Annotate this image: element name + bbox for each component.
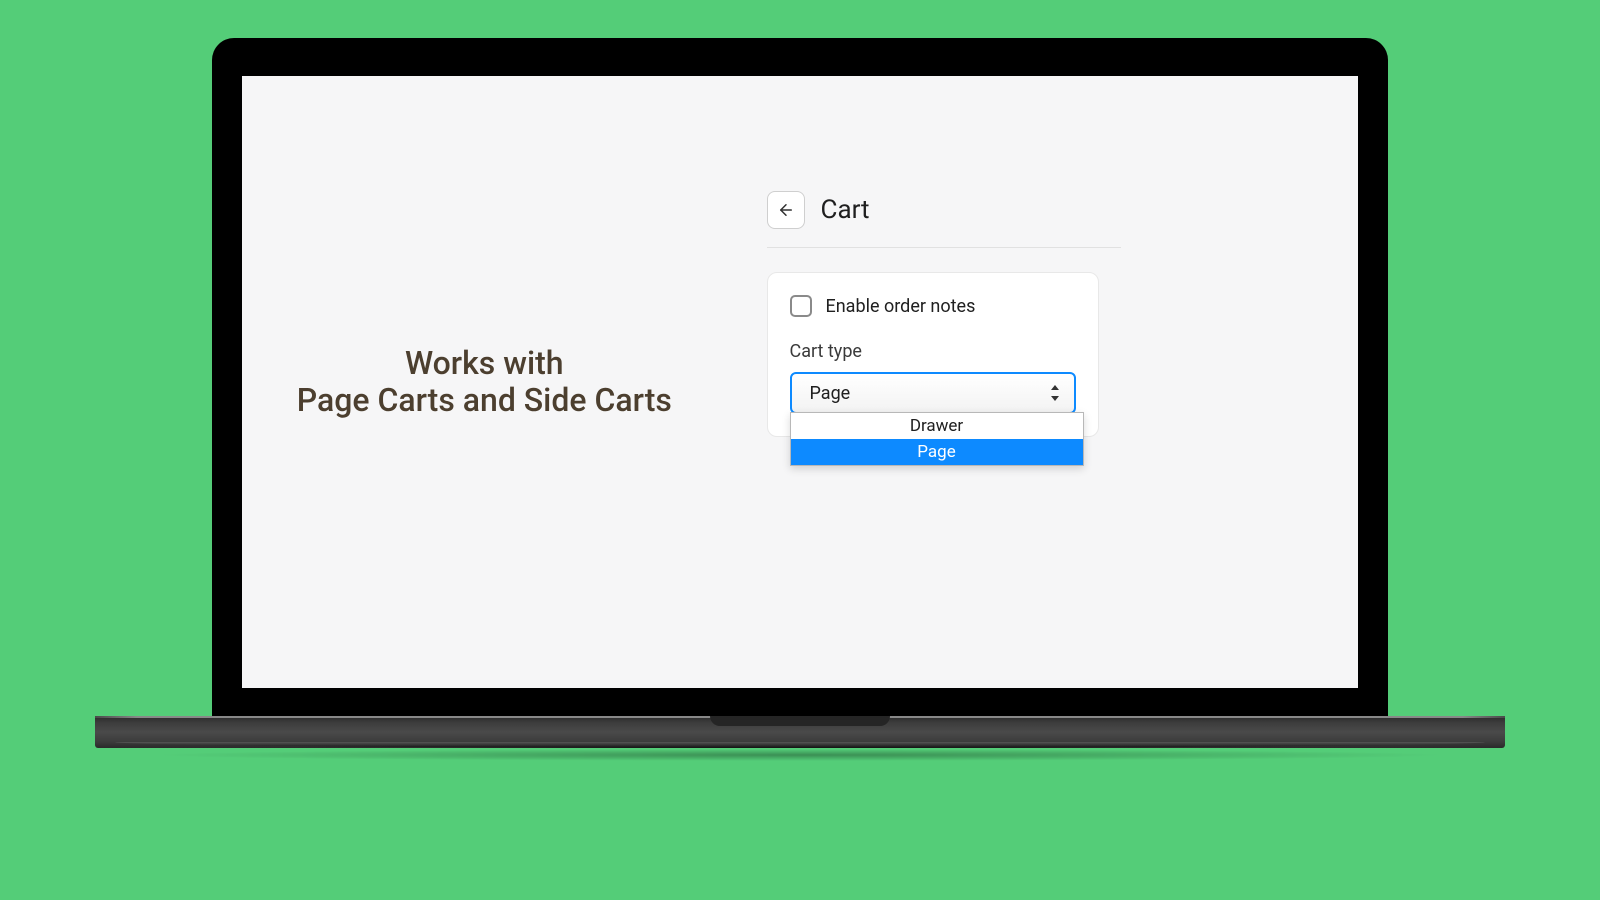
laptop-bezel: Works with Page Carts and Side Carts [212,38,1388,716]
marketing-line-1: Works with [405,344,564,382]
marketing-headline: Works with Page Carts and Side Carts [297,345,672,419]
enable-order-notes-checkbox[interactable] [790,295,812,317]
arrow-left-icon [777,201,795,219]
enable-order-notes-row: Enable order notes [790,295,1076,317]
back-button[interactable] [767,191,805,229]
cart-type-select[interactable]: Page [790,372,1076,414]
dropdown-option-page[interactable]: Page [791,439,1083,465]
laptop-shadow [150,749,1450,761]
laptop-mockup: Works with Page Carts and Side Carts [212,38,1388,786]
laptop-screen: Works with Page Carts and Side Carts [242,76,1358,688]
marketing-line-2: Page Carts and Side Carts [297,381,672,419]
select-arrows-icon [1050,385,1060,401]
marketing-pane: Works with Page Carts and Side Carts [242,76,767,688]
laptop-notch [710,716,890,726]
cart-type-label: Cart type [790,341,1076,362]
panel-header: Cart [767,191,1121,248]
cart-settings-card: Enable order notes Cart type Page [767,272,1099,437]
dropdown-option-drawer[interactable]: Drawer [791,413,1083,439]
settings-pane: Cart Enable order notes Cart type [767,76,1358,688]
cart-type-selected-value: Page [810,383,851,404]
enable-order-notes-label: Enable order notes [826,296,976,317]
cart-type-dropdown: Drawer Page [790,412,1084,466]
laptop-base [95,716,1505,786]
panel-title: Cart [821,195,870,225]
